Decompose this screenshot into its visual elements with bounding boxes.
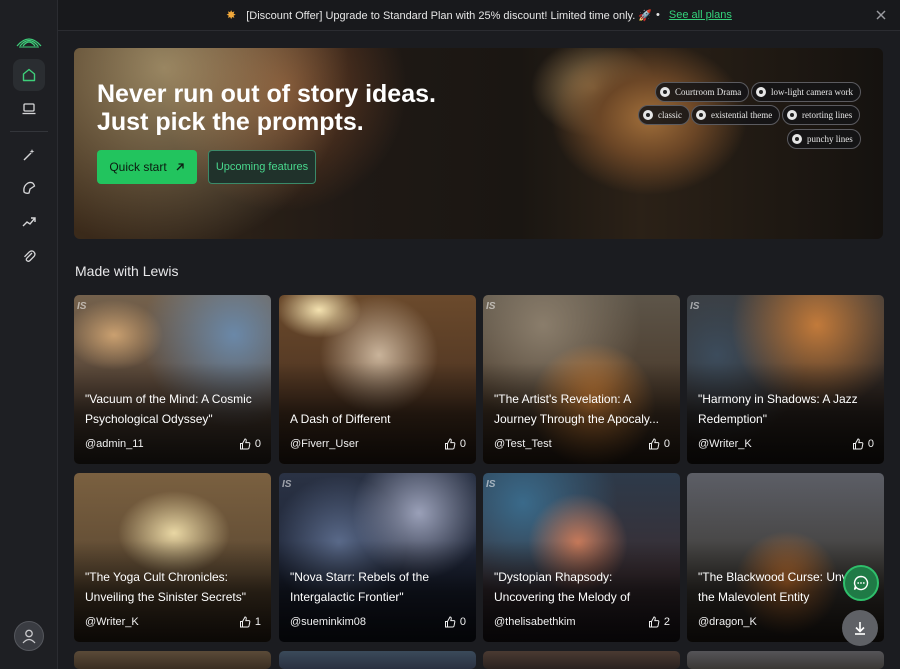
film-reel-icon	[643, 110, 653, 120]
paperclip-icon	[24, 250, 36, 262]
tag-chip[interactable]: retorting lines	[782, 105, 861, 125]
like-button[interactable]: 0	[648, 438, 670, 450]
story-title: "Dystopian Rhapsody: Uncovering the Melo…	[494, 570, 631, 604]
thumbs-up-icon	[648, 438, 660, 450]
story-title: "Harmony in Shadows: A Jazz Redemption"	[698, 392, 858, 426]
promo-text: [Discount Offer] Upgrade to Standard Pla…	[246, 9, 653, 22]
section-title: Made with Lewis	[75, 263, 179, 279]
user-avatar[interactable]	[14, 621, 44, 651]
story-author[interactable]: @Fiverr_User	[290, 438, 359, 450]
story-card[interactable]	[279, 651, 476, 669]
film-reel-icon	[792, 134, 802, 144]
palette-icon	[23, 181, 36, 194]
thumbs-up-icon	[239, 616, 251, 628]
thumbs-up-icon	[239, 438, 251, 450]
watermark: IS	[486, 301, 496, 312]
story-author[interactable]: @Test_Test	[494, 438, 552, 450]
story-author[interactable]: @thelisabethkim	[494, 616, 575, 628]
film-reel-icon	[787, 110, 797, 120]
story-author[interactable]: @sueminkim08	[290, 616, 366, 628]
thumbs-up-icon	[852, 438, 864, 450]
story-author[interactable]: @dragon_K	[698, 616, 757, 628]
home-icon	[22, 68, 36, 82]
story-card[interactable]: IS "Dystopian Rhapsody: Uncovering the M…	[483, 473, 680, 642]
story-card[interactable]: IS "Harmony in Shadows: A Jazz Redemptio…	[687, 295, 884, 464]
story-title: "Vacuum of the Mind: A Cosmic Psychologi…	[85, 392, 252, 426]
hero-title-line1: Never run out of story ideas.	[97, 80, 436, 108]
story-author[interactable]: @Writer_K	[698, 438, 752, 450]
film-reel-icon	[660, 87, 670, 97]
sidebar-item-attachments[interactable]	[13, 240, 45, 272]
story-card[interactable]: A Dash of Different @Fiverr_User 0	[279, 295, 476, 464]
story-card[interactable]: IS "Vacuum of the Mind: A Cosmic Psychol…	[74, 295, 271, 464]
magic-wand-icon	[23, 149, 35, 161]
upcoming-features-button[interactable]: Upcoming features	[208, 150, 316, 184]
story-title: "The Yoga Cult Chronicles: Unveiling the…	[85, 570, 246, 604]
hero-banner: Never run out of story ideas. Just pick …	[74, 48, 883, 239]
story-card[interactable]: "The Yoga Cult Chronicles: Unveiling the…	[74, 473, 271, 642]
tag-chip[interactable]: existential theme	[691, 105, 781, 125]
hero-title: Never run out of story ideas. Just pick …	[97, 80, 457, 136]
hero-title-line2: Just pick the prompts.	[97, 108, 364, 136]
watermark: IS	[77, 301, 87, 312]
like-button[interactable]: 0	[239, 438, 261, 450]
sidebar	[0, 0, 58, 669]
watermark: IS	[486, 479, 496, 490]
tag-chip[interactable]: low-light camera work	[751, 82, 861, 102]
thumbs-up-icon	[444, 438, 456, 450]
sidebar-item-home[interactable]	[13, 59, 45, 91]
arrow-up-right-icon	[176, 163, 184, 171]
like-button[interactable]: 0	[852, 438, 874, 450]
promo-separator: •	[656, 9, 660, 21]
story-card[interactable]	[483, 651, 680, 669]
thumbs-up-icon	[444, 616, 456, 628]
sidebar-item-palette[interactable]	[13, 172, 45, 204]
tag-chip[interactable]: punchy lines	[787, 129, 861, 149]
sidebar-divider	[10, 131, 48, 132]
like-button[interactable]: 0	[444, 438, 466, 450]
sidebar-item-create[interactable]	[13, 139, 45, 171]
laptop-icon	[22, 103, 36, 115]
trending-up-icon	[22, 217, 36, 227]
logo-icon	[16, 38, 42, 48]
story-title: "Nova Starr: Rebels of the Intergalactic…	[290, 570, 429, 604]
film-reel-icon	[696, 110, 706, 120]
story-author[interactable]: @admin_11	[85, 438, 144, 450]
story-title: "The Artist's Revelation: A Journey Thro…	[494, 392, 659, 426]
like-button[interactable]: 2	[648, 616, 670, 628]
see-all-plans-link[interactable]: See all plans	[669, 9, 732, 21]
sparkle-icon: ✸	[226, 8, 237, 22]
download-arrow-icon	[855, 622, 865, 635]
user-icon	[22, 629, 36, 644]
story-card[interactable]	[74, 651, 271, 669]
promo-banner: ✸ [Discount Offer] Upgrade to Standard P…	[58, 0, 900, 31]
scroll-down-button[interactable]	[842, 610, 878, 646]
like-button[interactable]: 0	[444, 616, 466, 628]
story-card[interactable]	[687, 651, 884, 669]
tag-chip[interactable]: Courtroom Drama	[655, 82, 750, 102]
chat-button[interactable]	[843, 565, 879, 601]
thumbs-up-icon	[648, 616, 660, 628]
quick-start-button[interactable]: Quick start	[97, 150, 197, 184]
close-icon[interactable]	[874, 8, 888, 22]
story-card[interactable]: IS "Nova Starr: Rebels of the Intergalac…	[279, 473, 476, 642]
quick-start-label: Quick start	[109, 160, 167, 174]
tag-chip[interactable]: classic	[638, 105, 690, 125]
watermark: IS	[282, 479, 292, 490]
story-title: A Dash of Different	[290, 412, 391, 426]
story-card[interactable]: IS "The Artist's Revelation: A Journey T…	[483, 295, 680, 464]
sidebar-item-trending[interactable]	[13, 206, 45, 238]
sidebar-item-library[interactable]	[13, 93, 45, 125]
chat-bubble-icon	[853, 575, 869, 591]
story-author[interactable]: @Writer_K	[85, 616, 139, 628]
watermark: IS	[690, 301, 700, 312]
film-reel-icon	[756, 87, 766, 97]
like-button[interactable]: 1	[239, 616, 261, 628]
